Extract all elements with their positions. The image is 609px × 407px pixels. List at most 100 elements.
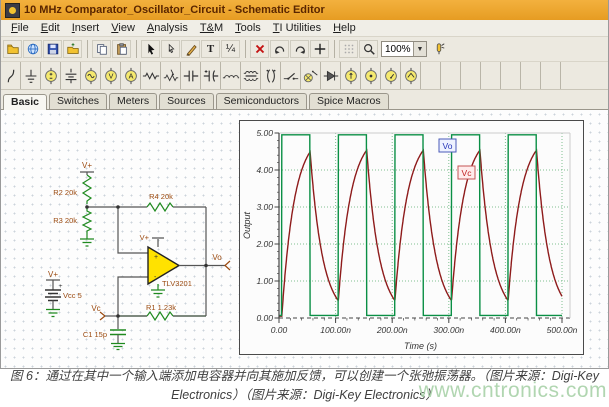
fraction-tool-icon[interactable]: ¼ [221, 40, 240, 58]
tab-meters[interactable]: Meters [109, 93, 157, 109]
junction-dot [116, 314, 120, 318]
wire-minus-input [118, 277, 148, 316]
svg-text:C1 15p: C1 15p [83, 330, 107, 339]
tab-switches[interactable]: Switches [49, 93, 107, 109]
menu-view[interactable]: View [105, 22, 141, 34]
waveform-window[interactable]: 0.001.002.003.004.005.000.00100.00n200.0… [239, 120, 584, 355]
resistor-r1[interactable]: R1 1.23k [118, 303, 206, 320]
svg-text:Vc: Vc [462, 168, 473, 178]
waveform-svg: 0.001.002.003.004.005.000.00100.00n200.0… [240, 121, 583, 354]
voltage-source-icon[interactable] [41, 62, 61, 89]
inductor-icon[interactable] [221, 62, 241, 89]
resistor-icon[interactable] [141, 62, 161, 89]
tab-basic[interactable]: Basic [3, 94, 47, 110]
component-toolbar: V A [1, 62, 608, 90]
capacitor-icon[interactable] [181, 62, 201, 89]
menu-help[interactable]: Help [327, 22, 362, 34]
current-source-icon[interactable] [341, 62, 361, 89]
svg-text:400.00n: 400.00n [490, 325, 521, 335]
zoom-level-select[interactable]: 100%▼ [381, 41, 427, 57]
app-window: 10 MHz Comparator_Oscillator_Circuit - S… [0, 0, 609, 369]
app-icon [5, 3, 20, 18]
svg-text:300.00n: 300.00n [433, 325, 464, 335]
svg-text:1.00: 1.00 [256, 276, 273, 286]
undo-icon[interactable] [270, 40, 289, 58]
potentiometer-icon[interactable] [161, 62, 181, 89]
capacitor-c1[interactable]: C1 15p [83, 316, 126, 350]
junction-dot [116, 205, 120, 209]
power-terminal-top[interactable]: V+ [80, 161, 94, 175]
screenshot-root: 10 MHz Comparator_Oscillator_Circuit - S… [0, 0, 609, 407]
svg-text:+: + [154, 254, 158, 261]
controlled-source-icon[interactable] [361, 62, 381, 89]
ground-icon[interactable] [21, 62, 41, 89]
svg-text:V: V [108, 71, 113, 80]
svg-text:2.00: 2.00 [255, 239, 273, 249]
svg-text:Vo: Vo [443, 141, 453, 151]
cursor-icon[interactable] [141, 40, 160, 58]
zoom-level-value: 100% [385, 44, 411, 55]
menu-tm[interactable]: T&M [194, 22, 229, 34]
zoom-tool-icon[interactable] [359, 40, 378, 58]
signal-source-icon[interactable] [401, 62, 421, 89]
text-tool-icon[interactable]: T [201, 40, 220, 58]
net-label-vc[interactable]: Vc [91, 304, 118, 320]
svg-text:4.00: 4.00 [256, 165, 273, 175]
voltmeter-icon[interactable]: V [101, 62, 121, 89]
svg-text:0.00: 0.00 [271, 325, 288, 335]
tab-spice-macros[interactable]: Spice Macros [309, 93, 389, 109]
save-icon[interactable] [43, 40, 62, 58]
tab-semiconductors[interactable]: Semiconductors [216, 93, 307, 109]
menu-tools[interactable]: Tools [229, 22, 267, 34]
select-icon[interactable] [161, 40, 180, 58]
export-icon[interactable] [63, 40, 82, 58]
resistor-r4[interactable]: R4 20k [147, 192, 173, 211]
tab-sources[interactable]: Sources [159, 93, 214, 109]
menu-ti-utilities[interactable]: TI Utilities [267, 22, 327, 34]
svg-text:R3 20k: R3 20k [53, 216, 77, 225]
copy-icon[interactable] [92, 40, 111, 58]
menu-analysis[interactable]: Analysis [141, 22, 194, 34]
polarized-capacitor-icon[interactable] [201, 62, 221, 89]
interactive-mode-icon[interactable] [429, 40, 448, 58]
move-icon[interactable] [310, 40, 329, 58]
open-web-icon[interactable] [23, 40, 42, 58]
wire-plus-input [118, 207, 148, 253]
battery-vcc[interactable]: V+ + Vcc 5 [45, 270, 82, 317]
paste-icon[interactable] [112, 40, 131, 58]
window-title: 10 MHz Comparator_Oscillator_Circuit - S… [24, 4, 325, 16]
svg-text:Vo: Vo [212, 253, 222, 262]
svg-text:V+: V+ [48, 270, 58, 279]
schematic-canvas[interactable]: V+ R2 20k R3 20k R4 20k [1, 110, 608, 368]
chevron-down-icon[interactable]: ▼ [413, 42, 426, 56]
junction-dot [204, 264, 208, 268]
title-bar[interactable]: 10 MHz Comparator_Oscillator_Circuit - S… [1, 0, 608, 20]
redo-icon[interactable] [290, 40, 309, 58]
relay-icon[interactable] [301, 62, 321, 89]
coupled-inductor-icon[interactable] [261, 62, 281, 89]
delete-icon[interactable] [250, 40, 269, 58]
ammeter-icon[interactable]: A [121, 62, 141, 89]
svg-text:A: A [128, 71, 133, 80]
svg-text:Output: Output [242, 211, 252, 239]
transformer-icon[interactable] [241, 62, 261, 89]
diode-icon[interactable] [321, 62, 341, 89]
wire-tool-icon[interactable] [1, 62, 21, 89]
menu-edit[interactable]: Edit [35, 22, 66, 34]
battery-icon[interactable] [61, 62, 81, 89]
meter-icon[interactable] [381, 62, 401, 89]
grid-toggle-icon[interactable] [339, 40, 358, 58]
figure-caption: 图 6：通过在其中一个输入端添加电容器并向其施加反馈，可以创建一个张弛振荡器。（… [0, 362, 609, 407]
svg-text:Time (s): Time (s) [404, 341, 437, 351]
net-label-vo[interactable]: Vo [212, 253, 230, 270]
switch-icon[interactable] [281, 62, 301, 89]
resistor-r3[interactable]: R3 20k [53, 207, 91, 236]
svg-text:R4 20k: R4 20k [149, 192, 173, 201]
menu-file[interactable]: File [5, 22, 35, 34]
open-file-icon[interactable] [3, 40, 22, 58]
pencil-icon[interactable] [181, 40, 200, 58]
menu-insert[interactable]: Insert [66, 22, 106, 34]
voltage-generator-icon[interactable] [81, 62, 101, 89]
svg-text:+: + [59, 284, 63, 290]
resistor-r2[interactable]: R2 20k [53, 175, 91, 204]
